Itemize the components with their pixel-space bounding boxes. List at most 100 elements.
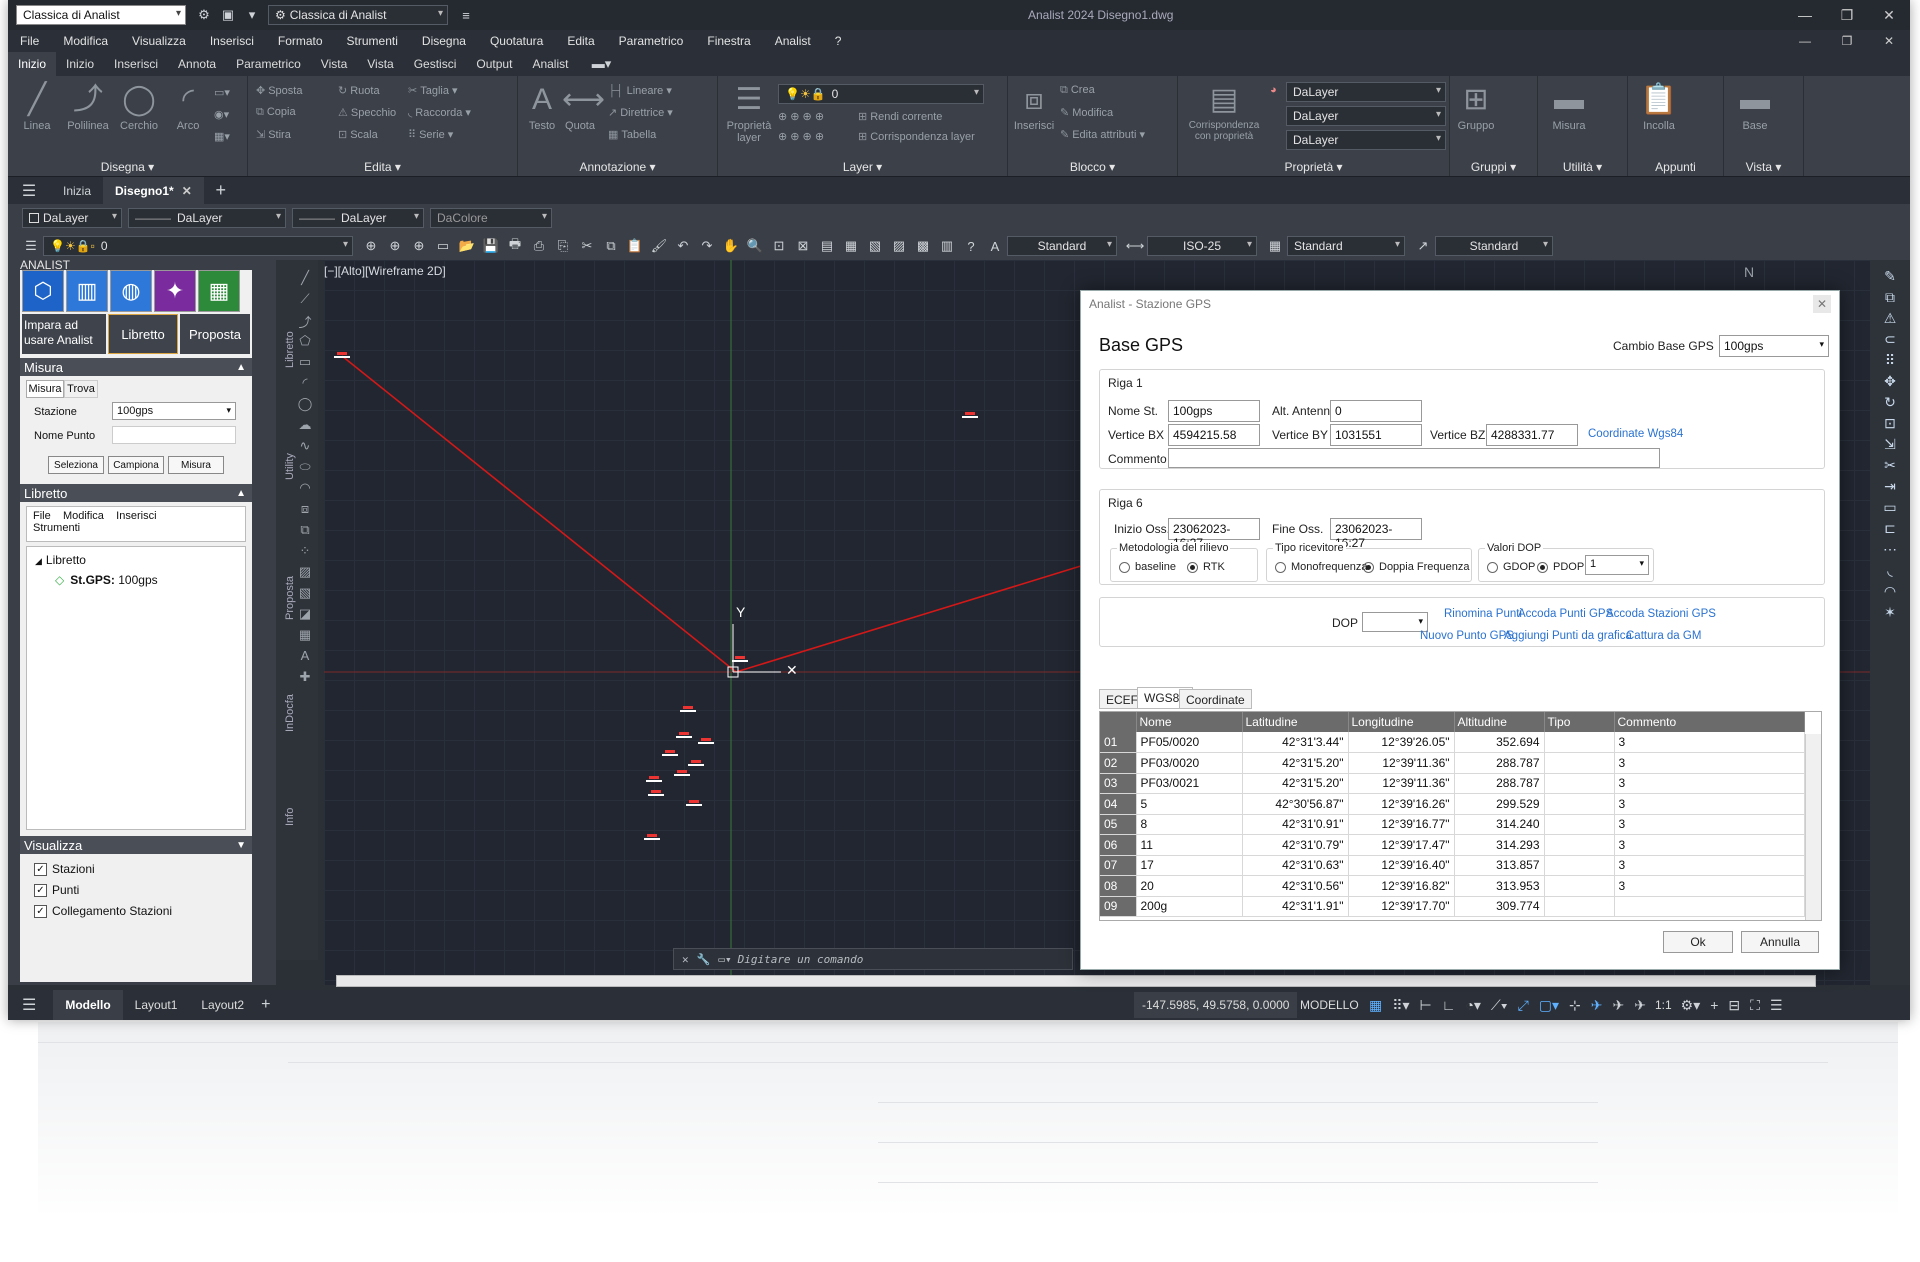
radio-rtk[interactable]: RTK bbox=[1187, 561, 1225, 573]
cell-nome[interactable]: PF03/0021 bbox=[1136, 773, 1243, 794]
cell-commento[interactable]: 3 bbox=[1614, 793, 1805, 815]
scale-icon[interactable]: ⊡ bbox=[1870, 415, 1910, 436]
vertice-by-input[interactable]: 1031551 bbox=[1330, 424, 1422, 446]
line-button[interactable]: ╱ Linea bbox=[14, 84, 60, 133]
infer-icon[interactable]: ⊢ bbox=[1420, 997, 1432, 1014]
close-icon[interactable]: ✕ bbox=[182, 184, 192, 198]
chk-stazioni[interactable]: ✓ Stazioni bbox=[34, 862, 95, 876]
group-title-appunti[interactable]: Appunti bbox=[1628, 160, 1723, 174]
customize-icon[interactable]: ≡ bbox=[457, 6, 475, 24]
move-icon[interactable]: ✥ bbox=[1870, 373, 1910, 394]
table-icon[interactable]: ▦ bbox=[294, 627, 316, 648]
coordinate-wgs84-link[interactable]: Coordinate Wgs84 bbox=[1588, 428, 1683, 440]
cell-nome[interactable]: 17 bbox=[1136, 855, 1243, 876]
mtext-icon[interactable]: A bbox=[294, 648, 316, 669]
layer-tools-icon[interactable]: ⊕ ⊕ ⊕ ⊕ bbox=[778, 110, 824, 123]
linetype-control[interactable]: ——— DaLayer ▾ bbox=[128, 208, 286, 228]
point-marker[interactable] bbox=[674, 770, 690, 776]
table-row[interactable]: 09 200g 42°31'1.91" 12°39'17.70" 309.774 bbox=[1100, 896, 1805, 917]
cattura-da-gm-link[interactable]: Cattura da GM bbox=[1626, 630, 1701, 642]
table-style-icon[interactable]: ▦ bbox=[1266, 237, 1284, 255]
commento-input[interactable] bbox=[1168, 448, 1660, 468]
inizio-oss-input[interactable]: 23062023-16:27 bbox=[1168, 518, 1260, 550]
point-marker[interactable] bbox=[962, 412, 978, 418]
tree-root[interactable]: ◢ Libretto bbox=[35, 553, 86, 567]
annotation-icon[interactable]: ✈ bbox=[1591, 997, 1603, 1014]
chamfer-icon[interactable]: ⋯ bbox=[1870, 541, 1910, 562]
table-row[interactable]: 08 20 42°31'0.56" 12°39'16.82" 313.953 3 bbox=[1100, 875, 1805, 897]
cell-longitudine[interactable]: 12°39'11.36" bbox=[1348, 752, 1455, 774]
zoom-prev-icon[interactable]: ⊠ bbox=[794, 237, 812, 255]
group-title-annotazione[interactable]: Annotazione ▾ bbox=[518, 160, 717, 174]
dropdown-icon[interactable]: ▾ bbox=[243, 6, 261, 24]
lineweight-control[interactable]: ——— DaLayer ▾ bbox=[292, 208, 424, 228]
add-selected-icon[interactable]: ✚ bbox=[294, 669, 316, 690]
vertice-bz-input[interactable]: 4288331.77 bbox=[1486, 424, 1578, 446]
radio-monofrequenza[interactable]: Monofrequenza bbox=[1275, 561, 1367, 573]
annotation-visibility-icon[interactable]: ✈ bbox=[1613, 997, 1625, 1014]
match-layer-button[interactable]: ⊞ Corrispondenza layer bbox=[858, 130, 975, 143]
base-view-button[interactable]: ▬ Base bbox=[1730, 84, 1780, 133]
group-title-blocco[interactable]: Blocco ▾ bbox=[1008, 160, 1177, 174]
cell-commento[interactable] bbox=[1614, 896, 1805, 917]
point-marker[interactable] bbox=[686, 800, 702, 806]
cell-longitudine[interactable]: 12°39'16.40" bbox=[1348, 855, 1455, 876]
cell-altitudine[interactable]: 299.529 bbox=[1454, 793, 1545, 815]
gradient-icon[interactable]: ▧ bbox=[294, 585, 316, 606]
help-icon[interactable]: ? bbox=[962, 237, 980, 255]
match-properties-button[interactable]: ▤ Corrispondenza con proprietà bbox=[1182, 84, 1266, 143]
polygon-icon[interactable]: ⬠ bbox=[294, 333, 316, 354]
text-button[interactable]: A Testo bbox=[524, 84, 560, 133]
zoom-icon[interactable]: 🔍 bbox=[746, 237, 764, 255]
edit-attributes-button[interactable]: ✎ Edita attributi ▾ bbox=[1060, 128, 1145, 141]
col-altitudine[interactable]: Altitudine bbox=[1454, 712, 1545, 732]
learn-analist-button[interactable]: Impara ad usare Analist bbox=[22, 314, 106, 354]
dop-value-select[interactable]: 1 ▾ bbox=[1585, 555, 1649, 575]
tab-misura[interactable]: Misura bbox=[26, 380, 64, 398]
table-row[interactable]: 04 5 42°30'56.87" 12°39'16.26" 299.529 3 bbox=[1100, 793, 1805, 815]
tab-disegno1[interactable]: Disegno1* ✕ bbox=[103, 176, 204, 205]
isodraft-icon[interactable]: ⟋▾ bbox=[1491, 997, 1508, 1014]
color-combo[interactable]: DaLayer ▾ bbox=[1286, 82, 1446, 102]
join-icon[interactable]: ⊏ bbox=[1870, 520, 1910, 541]
group-title-disegna[interactable]: Disegna ▾ bbox=[8, 160, 247, 174]
mleader-style-icon[interactable]: ↗ bbox=[1414, 237, 1432, 255]
cell-nome[interactable]: 5 bbox=[1136, 793, 1243, 815]
map-icon[interactable]: ▦ bbox=[198, 270, 240, 312]
command-input[interactable]: Digitare un comando bbox=[738, 953, 864, 966]
measure-button[interactable]: ▬ Misura bbox=[1544, 84, 1594, 133]
cell-latitudine[interactable]: 42°31'3.44" bbox=[1242, 732, 1349, 753]
model-space-toggle[interactable]: MODELLO bbox=[1300, 998, 1359, 1012]
annulla-button[interactable]: Annulla bbox=[1741, 931, 1819, 953]
tree-station-item[interactable]: ◇ St.GPS: 100gps bbox=[55, 573, 158, 587]
table-button[interactable]: ▦ Tabella bbox=[608, 128, 656, 141]
wrench-icon[interactable]: 🔧 bbox=[697, 953, 711, 966]
libretto-header[interactable]: Libretto ▲ bbox=[20, 484, 252, 502]
cell-tipo[interactable] bbox=[1544, 752, 1615, 774]
chk-punti[interactable]: ✓ Punti bbox=[34, 883, 79, 897]
edit-block-button[interactable]: ✎ Modifica bbox=[1060, 106, 1113, 119]
tab-modello[interactable]: Modello bbox=[53, 990, 123, 1020]
cell-latitudine[interactable]: 42°31'0.79" bbox=[1242, 834, 1349, 856]
layer-combo[interactable]: 💡☀🔒 0 ▾ bbox=[778, 84, 984, 104]
cell-nome[interactable]: PF03/0020 bbox=[1136, 752, 1243, 774]
menu-analist[interactable]: Analist bbox=[763, 34, 823, 48]
zoom-window-icon[interactable]: ⊡ bbox=[770, 237, 788, 255]
station-tool-icon[interactable]: ⬡ bbox=[22, 270, 64, 312]
table-row[interactable]: 02 PF03/0020 42°31'5.20" 12°39'11.36" 288.78… bbox=[1100, 752, 1805, 774]
customize-icon[interactable]: ☰ bbox=[1770, 997, 1783, 1014]
libretto-menu-file[interactable]: File bbox=[33, 510, 51, 522]
group-title-gruppi[interactable]: Gruppi ▾ bbox=[1450, 160, 1537, 174]
doc-close-icon[interactable]: ✕ bbox=[1868, 34, 1910, 48]
ribbon-toggle-icon[interactable]: ▬▾ bbox=[592, 55, 612, 73]
stretch-icon[interactable]: ⇲ bbox=[1870, 436, 1910, 457]
linear-button[interactable]: ├┤ Lineare ▾ bbox=[608, 84, 672, 97]
save-icon[interactable]: 💾 bbox=[482, 237, 500, 255]
redo-icon[interactable]: ↷ bbox=[698, 237, 716, 255]
color-control[interactable]: DaLayer ▾ bbox=[22, 208, 122, 228]
tab-inizio-2[interactable]: Inizio bbox=[56, 52, 104, 76]
cell-tipo[interactable] bbox=[1544, 875, 1615, 897]
cell-latitudine[interactable]: 42°31'0.63" bbox=[1242, 855, 1349, 876]
plus-icon[interactable]: + bbox=[1710, 997, 1718, 1013]
cell-longitudine[interactable]: 12°39'11.36" bbox=[1348, 773, 1455, 794]
